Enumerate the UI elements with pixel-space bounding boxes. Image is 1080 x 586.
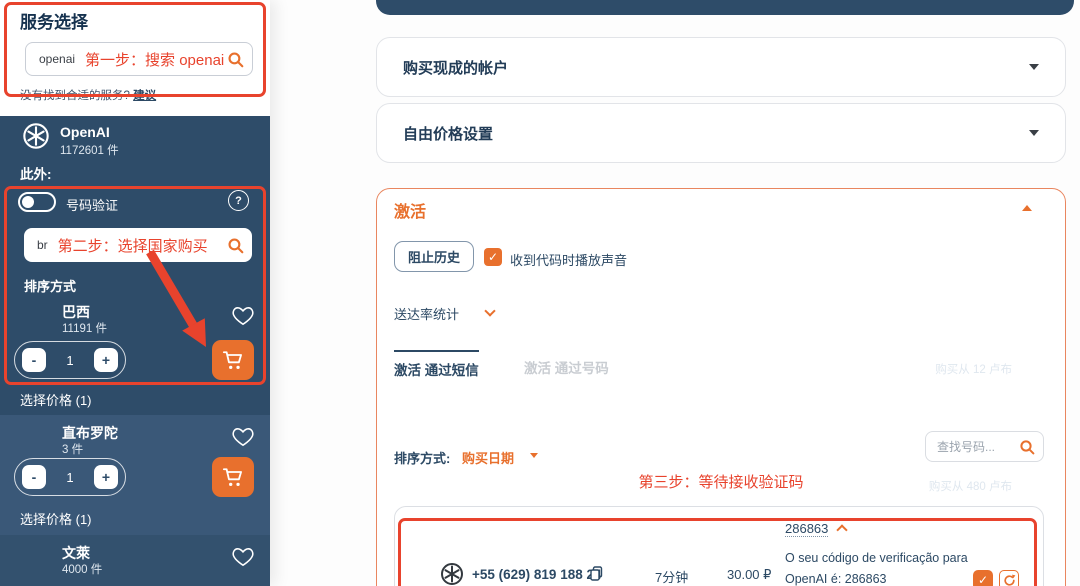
qty-plus-button[interactable]: + [94,348,118,372]
country-name[interactable]: 巴西 [62,302,90,322]
block-history-button[interactable]: 阻止历史 [394,241,474,272]
annotation-step2: 第二步：选择国家购买 [58,235,208,256]
qty-minus-button[interactable]: - [22,348,46,372]
select-price-link[interactable]: 选择价格 (1) [20,390,92,409]
row-price: 30.00 ₽ [727,567,771,583]
refresh-icon [1003,574,1016,586]
favorite-heart-icon[interactable] [232,306,254,326]
country-search-value[interactable]: br [37,238,48,252]
cart-icon [222,467,244,488]
sms-code-link[interactable]: 286863 [785,521,828,537]
country-block [0,535,270,586]
sidebar-title: 服务选择 [20,8,88,33]
sms-message-line2: OpenAI é: 286863 [785,572,886,586]
qty-plus-button[interactable]: + [94,465,118,489]
country-searchbox[interactable]: br 第二步：选择国家购买 [24,228,252,262]
chevron-down-icon[interactable] [530,453,538,458]
tab-activation-sms[interactable]: 激活 通过短信 [394,350,479,379]
chevron-up-icon[interactable] [1022,205,1032,211]
service-name[interactable]: OpenAI [60,124,110,140]
chevron-down-icon[interactable] [1029,64,1039,70]
qty-value: 1 [66,353,73,368]
sound-checkbox-label: 收到代码时播放声音 [510,250,627,269]
confirm-code-checkbox[interactable] [973,570,993,586]
tab-activation-number[interactable]: 激活 通过号码 [524,357,609,377]
search-icon[interactable] [227,237,244,254]
favorite-heart-icon[interactable] [232,427,254,447]
service-search-value[interactable]: openai [39,52,75,66]
top-nav-bar [376,0,1074,15]
phone-number: +55 (629) 819 188 24 [472,567,601,582]
search-icon[interactable] [1019,439,1035,455]
help-icon[interactable]: ? [228,190,249,211]
country-name[interactable]: 直布罗陀 [62,423,118,443]
country-sort-label: 排序方式 [24,276,76,295]
annotation-step1: 第一步：搜索 openai [85,49,224,70]
search-icon[interactable] [227,51,244,68]
buy-price: 30 卢布 [965,343,1012,363]
cart-icon [222,350,244,371]
no-service-label: 没有找到合适的服务? [20,90,130,102]
buy-from-price: 购买从 480 卢布 [929,478,1012,494]
sort-by-value[interactable]: 购买日期 [462,448,514,467]
number-verification-toggle[interactable] [18,192,56,212]
chevron-down-icon[interactable] [1052,281,1062,287]
besides-label: 此外: [20,163,52,183]
quantity-stepper: - 1 + [14,458,126,496]
sound-checkbox[interactable] [484,248,502,266]
qty-minus-button[interactable]: - [22,465,46,489]
copy-icon[interactable] [590,566,603,581]
activation-title: 激活 [394,198,426,222]
country-sort-value[interactable]: 熱門國家 [994,276,1046,295]
suggest-link[interactable]: 建议 [133,90,156,102]
delivery-stats-link[interactable]: 送达率统计 [394,304,459,323]
toggle-knob [22,196,34,208]
country-count: 3 件 [62,441,83,457]
country-count: 11191 件 [62,320,107,336]
no-service-text: 没有找到合适的服务? 建议 [20,87,156,103]
buy-from-price: 购买从 12 卢布 [935,361,1012,377]
country-count: 4000 件 [62,561,102,577]
country-name[interactable]: 文萊 [62,543,90,563]
find-number-input[interactable] [937,440,1017,454]
service-searchbox[interactable]: openai 第一步：搜索 openai [25,42,253,76]
accordion-ready-accounts[interactable]: 购买现成的帐户 [376,37,1066,97]
qty-value: 1 [66,470,73,485]
accordion-free-pricing-label: 自由价格设置 [403,123,493,144]
openai-logo-icon [22,122,50,150]
number-verification-label: 号码验证 [66,195,118,214]
page: 购买现成的帐户 自由价格设置 激活 阻止历史 收到代码时播放声音 送达率统计 激… [0,0,1080,586]
service-price: 从 2.7 卢布 [996,131,1060,150]
favorite-heart-icon[interactable] [232,547,254,567]
openai-logo-icon [440,562,464,586]
refresh-button[interactable] [999,570,1019,586]
add-to-cart-button[interactable] [212,457,254,497]
sms-message-line1: O seu código de verificação para [785,551,968,565]
add-to-cart-button[interactable] [212,340,254,380]
find-number-searchbox[interactable] [925,431,1044,462]
sort-by-label: 排序方式: [394,448,450,467]
time-remaining: 7分钟 [655,567,688,586]
select-price-link[interactable]: 选择价格 (1) [20,509,92,528]
buy-price: 1200 卢布 [949,460,1012,480]
quantity-stepper: - 1 + [14,341,126,379]
service-count: 1172601 件 [60,142,119,158]
accordion-free-pricing[interactable]: 自由价格设置 [376,103,1066,163]
accordion-ready-accounts-label: 购买现成的帐户 [403,57,508,78]
